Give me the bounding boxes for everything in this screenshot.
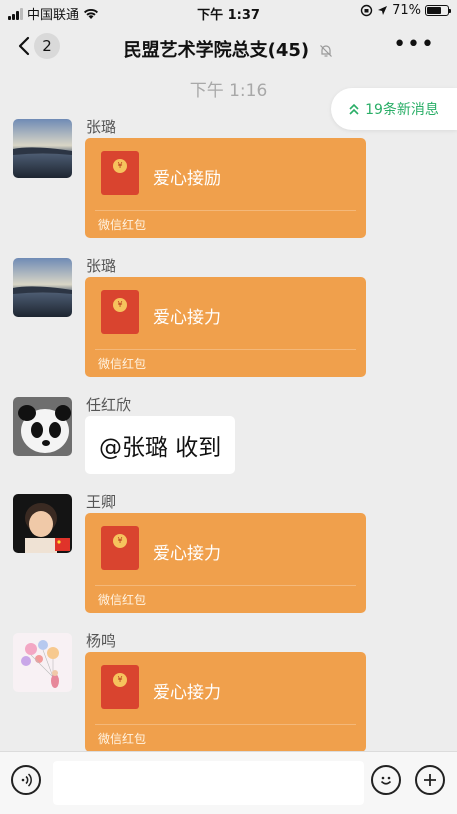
divider [95,724,356,725]
text-message-bubble[interactable]: @张璐 收到 [85,416,236,474]
nav-bar: 2 民盟艺术学院总支(45) ••• [0,24,457,70]
plus-icon[interactable] [415,765,445,795]
sender-name: 张璐 [86,118,117,136]
red-packet-title: 爱心接励 [153,169,221,189]
red-packet-icon: ¥ [101,290,139,334]
red-packet-title: 爱心接力 [153,544,221,564]
red-packet-icon: ¥ [101,665,139,709]
voice-icon[interactable] [11,765,41,795]
divider [95,349,356,350]
new-messages-label: 19条新消息 [365,102,439,118]
new-messages-button[interactable]: 19条新消息 [331,88,457,130]
bell-off-icon [320,45,333,57]
red-packet-footer: 微信红包 [98,357,147,371]
sender-name: 杨鸣 [86,632,117,650]
sender-name: 张璐 [86,257,117,275]
chat-title: 民盟艺术学院总支(45) [0,36,457,62]
red-packet-icon: ¥ [101,526,139,570]
avatar[interactable] [13,258,72,317]
avatar[interactable] [13,119,72,178]
sender-name: 任红欣 [86,396,132,414]
red-packet-footer: 微信红包 [98,218,147,232]
red-packet-card[interactable]: ¥ 爱心接力 微信红包 [85,277,366,377]
chat-title-text: 民盟艺术学院总支(45) [123,40,310,61]
avatar[interactable] [13,494,72,553]
red-packet-footer: 微信红包 [98,732,147,746]
input-bar [0,751,457,814]
location-icon [378,6,388,15]
battery-fill [427,7,442,14]
red-packet-title: 爱心接力 [153,683,221,703]
red-packet-card[interactable]: ¥ 爱心接力 微信红包 [85,652,366,752]
divider [95,210,356,211]
red-packet-icon: ¥ [101,151,139,195]
orientation-lock-icon [360,4,373,17]
sender-name: 王卿 [86,493,117,511]
red-packet-card[interactable]: ¥ 爱心接励 微信红包 [85,138,366,238]
avatar[interactable] [13,397,72,456]
message-input[interactable] [53,761,364,805]
more-icon[interactable]: ••• [393,34,435,56]
emoji-icon[interactable] [371,765,401,795]
avatar[interactable] [13,633,72,692]
red-packet-card[interactable]: ¥ 爱心接力 微信红包 [85,513,366,613]
double-chevron-up-icon [349,103,359,115]
battery-percent: 71% [392,3,421,18]
battery-icon [425,5,451,16]
divider [95,585,356,586]
red-packet-footer: 微信红包 [98,593,147,607]
status-bar: 中国联通 下午 1:37 71% [0,0,457,24]
red-packet-title: 爱心接力 [153,308,221,328]
status-right: 71% [360,3,451,18]
